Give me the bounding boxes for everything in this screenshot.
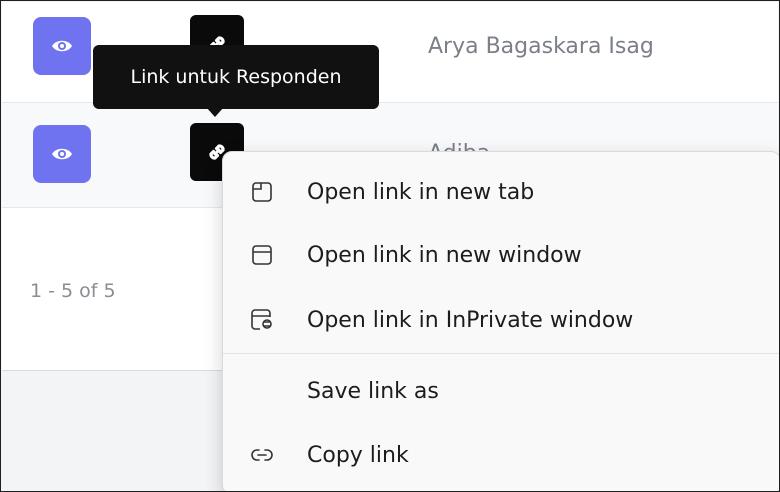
pagination-info: 1 - 5 of 5: [30, 280, 116, 302]
view-button[interactable]: [33, 17, 91, 75]
screenshot-frame: Arya Bagaskara Isag Adiba: [0, 0, 780, 492]
menu-item-label: Open link in new window: [307, 242, 582, 268]
menu-item-label: Open link in new tab: [307, 179, 535, 205]
menu-item-save-link-as[interactable]: Save link as: [223, 361, 779, 421]
menu-item-copy-link[interactable]: Copy link: [223, 425, 779, 485]
new-window-icon: [249, 242, 275, 268]
menu-separator: [223, 353, 779, 354]
new-tab-icon: [249, 179, 275, 205]
link-tooltip: Link untuk Responden: [93, 45, 379, 109]
menu-item-open-new-tab[interactable]: Open link in new tab: [223, 162, 779, 222]
menu-item-open-inprivate[interactable]: Open link in InPrivate window: [223, 290, 779, 350]
eye-icon: [52, 40, 72, 52]
menu-item-label: Copy link: [307, 442, 409, 468]
menu-item-open-new-window[interactable]: Open link in new window: [223, 225, 779, 285]
inprivate-window-icon: [249, 307, 275, 333]
tooltip-arrow: [206, 107, 224, 117]
view-button[interactable]: [33, 125, 91, 183]
eye-icon: [52, 148, 72, 160]
copy-link-icon: [249, 442, 275, 468]
context-menu: Open link in new tab Open link in new wi…: [222, 151, 779, 491]
menu-item-label: Open link in InPrivate window: [307, 307, 634, 333]
respondent-name: Arya Bagaskara Isag: [428, 34, 654, 59]
menu-item-label: Save link as: [307, 378, 439, 404]
